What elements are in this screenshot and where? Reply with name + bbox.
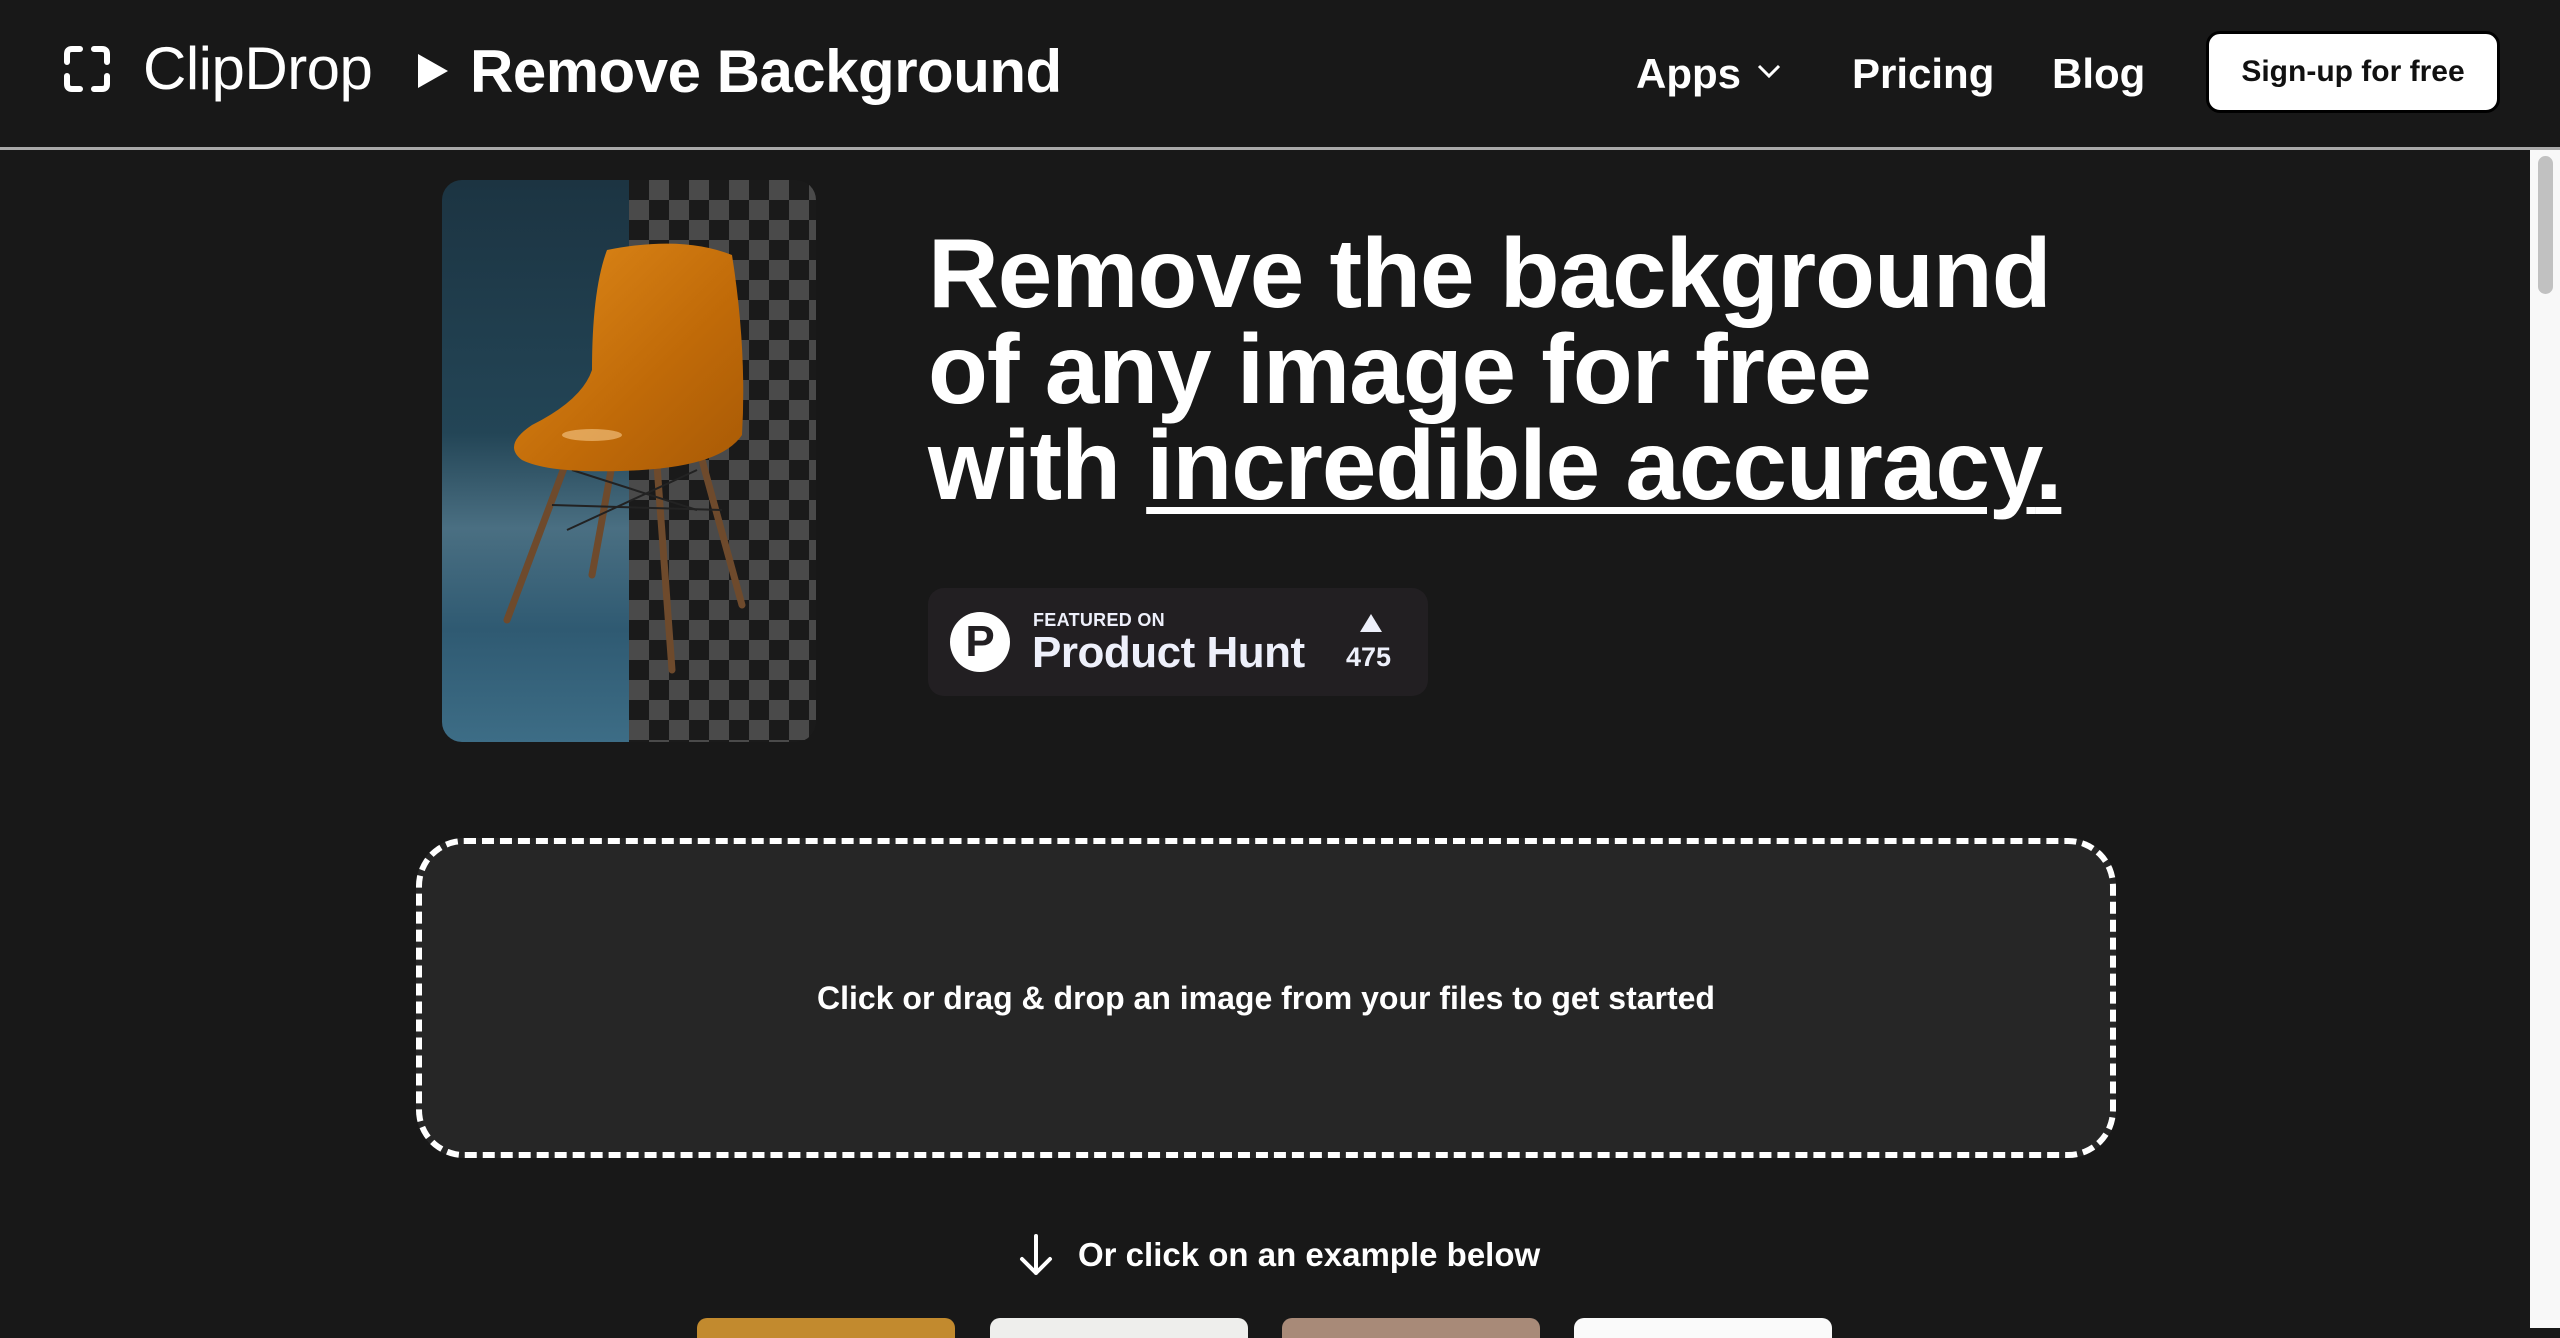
headline-emphasis: incredible accuracy. — [1146, 410, 2062, 520]
headline-line-2: of any image for free — [928, 314, 1872, 424]
product-hunt-badge[interactable]: P FEATURED ON Product Hunt 475 — [928, 588, 1428, 696]
nav-blog[interactable]: Blog — [2052, 46, 2145, 102]
arrow-down-icon — [1020, 1234, 1052, 1275]
image-dropzone[interactable]: Click or drag & drop an image from your … — [416, 838, 2116, 1158]
dropzone-text: Click or drag & drop an image from your … — [817, 979, 1715, 1016]
chair-illustration — [503, 243, 746, 674]
vertical-scrollbar[interactable] — [2530, 150, 2560, 1328]
examples-hint: Or click on an example below — [1016, 1232, 1540, 1278]
top-nav-bar: ClipDrop Remove Background Apps Pricing … — [0, 0, 2560, 150]
scrollbar-thumb[interactable] — [2538, 156, 2553, 294]
triangle-right-icon — [418, 54, 448, 88]
example-thumbnail-1[interactable] — [697, 1318, 955, 1338]
upvote-count: 475 — [1346, 642, 1392, 672]
product-hunt-name: Product Hunt — [1032, 628, 1305, 677]
nav-pricing[interactable]: Pricing — [1852, 46, 1994, 102]
chevron-down-icon[interactable] — [1756, 58, 1782, 84]
headline-line-3: with incredible accuracy. — [928, 416, 2068, 514]
headline-prefix: with — [928, 410, 1147, 520]
example-thumbnail-4[interactable] — [1574, 1318, 1832, 1338]
headline-line-1: Remove the background — [928, 218, 2052, 328]
nav-apps[interactable]: Apps — [1636, 46, 1741, 102]
product-hunt-logo-icon: P — [950, 612, 1010, 672]
page-title: Remove Background — [470, 38, 1062, 105]
headline-period: . — [2035, 410, 2062, 520]
example-thumbnail-3[interactable] — [1282, 1318, 1540, 1338]
examples-hint-text: Or click on an example below — [1078, 1236, 1541, 1273]
brand-name[interactable]: ClipDrop — [143, 34, 373, 104]
crop-frame-icon[interactable] — [62, 44, 112, 94]
hero-image — [442, 180, 816, 742]
example-thumbnail-2[interactable] — [990, 1318, 1248, 1338]
signup-button[interactable]: Sign-up for free — [2206, 31, 2500, 113]
hero-headline: Remove the background of any image for f… — [928, 218, 2068, 514]
triangle-up-icon — [1360, 614, 1382, 632]
headline-emphasis-text: incredible accuracy — [1146, 410, 2036, 520]
